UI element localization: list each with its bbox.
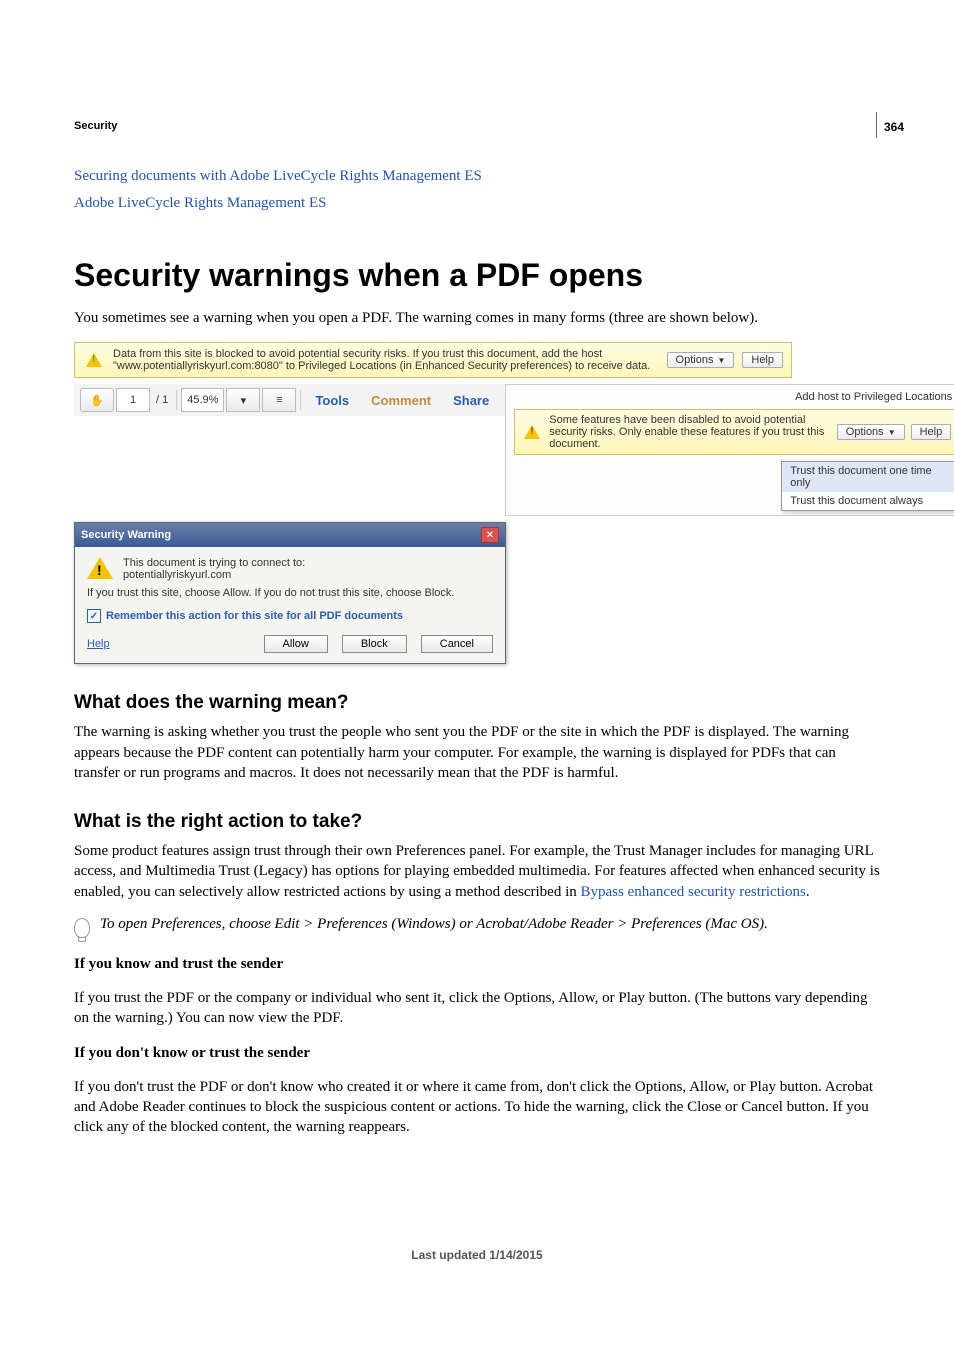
page-current[interactable]: 1 xyxy=(116,388,150,412)
help-button[interactable]: Help xyxy=(742,352,783,368)
tools-link[interactable]: Tools xyxy=(305,393,359,408)
add-host-link[interactable]: Add host to Privileged Locations xyxy=(514,389,954,405)
dialog-message-line1: This document is trying to connect to: xyxy=(123,557,305,569)
heading-right-action: What is the right action to take? xyxy=(74,811,880,833)
help-button[interactable]: Help xyxy=(911,424,952,440)
warning-bar-blocked-data: Data from this site is blocked to avoid … xyxy=(74,342,792,378)
comment-link[interactable]: Comment xyxy=(361,393,441,408)
warning-text: Some features have been disabled to avoi… xyxy=(549,414,831,450)
options-button[interactable]: Options▼ xyxy=(667,352,735,368)
warning-bar-features-disabled: Some features have been disabled to avoi… xyxy=(514,409,954,455)
zoom-dropdown-icon[interactable]: ▾ xyxy=(226,388,260,412)
warning-icon xyxy=(524,425,540,439)
zoom-value[interactable]: 45.9% xyxy=(181,388,224,412)
link-livecycle-rm[interactable]: Adobe LiveCycle Rights Management ES xyxy=(74,195,880,212)
checkbox-icon: ✓ xyxy=(87,609,101,623)
trust-always-item[interactable]: Trust this document always xyxy=(782,492,954,510)
tip-text: To open Preferences, choose Edit > Prefe… xyxy=(100,916,768,933)
trust-once-item[interactable]: Trust this document one time only xyxy=(782,462,954,492)
heading-what-mean: What does the warning mean? xyxy=(74,692,880,714)
allow-button[interactable]: Allow xyxy=(264,635,328,653)
intro-paragraph: You sometimes see a warning when you ope… xyxy=(74,308,880,328)
warning-text: Data from this site is blocked to avoid … xyxy=(113,348,659,372)
paragraph-trust-sender: If you trust the PDF or the company or i… xyxy=(74,988,880,1029)
toolbar-mockup: ✋ 1 / 1 45.9% ▾ ≡ Tools Comment Share Ad… xyxy=(74,384,774,516)
close-icon[interactable]: × xyxy=(481,527,499,543)
toolbar-misc-icon[interactable]: ≡ xyxy=(262,388,296,412)
dialog-title: Security Warning xyxy=(81,529,171,541)
page-total: / 1 xyxy=(152,394,172,406)
heading-trust-sender: If you know and trust the sender xyxy=(74,954,880,974)
heading-dont-trust: If you don't know or trust the sender xyxy=(74,1043,880,1063)
tip-icon xyxy=(74,918,90,938)
block-button[interactable]: Block xyxy=(342,635,407,653)
paragraph-right-action: Some product features assign trust throu… xyxy=(74,841,880,902)
dialog-message-line2: If you trust this site, choose Allow. If… xyxy=(87,587,493,599)
cancel-button[interactable]: Cancel xyxy=(421,635,493,653)
paragraph-dont-trust: If you don't trust the PDF or don't know… xyxy=(74,1077,880,1138)
page-number: 364 xyxy=(884,120,904,134)
options-menu: Trust this document one time only Trust … xyxy=(781,461,954,511)
options-button[interactable]: Options▼ xyxy=(837,424,905,440)
footer-updated: Last updated 1/14/2015 xyxy=(74,1248,880,1262)
warning-icon xyxy=(86,353,102,367)
dialog-host: potentiallyriskyurl.com xyxy=(123,569,305,581)
viewer-toolbar: ✋ 1 / 1 45.9% ▾ ≡ Tools Comment Share xyxy=(74,384,505,416)
remember-checkbox[interactable]: ✓ Remember this action for this site for… xyxy=(87,609,403,623)
warning-icon xyxy=(87,557,113,579)
share-link[interactable]: Share xyxy=(443,393,499,408)
page-title: Security warnings when a PDF opens xyxy=(74,257,880,294)
hand-tool-icon[interactable]: ✋ xyxy=(80,388,114,412)
warning-examples: Data from this site is blocked to avoid … xyxy=(74,342,880,664)
link-bypass-restrictions[interactable]: Bypass enhanced security restrictions xyxy=(581,884,806,900)
running-head: Security xyxy=(74,120,880,132)
security-warning-dialog: Security Warning × This document is tryi… xyxy=(74,522,506,664)
dialog-help-link[interactable]: Help xyxy=(87,638,110,650)
paragraph-what-mean: The warning is asking whether you trust … xyxy=(74,722,880,783)
link-livecycle-securing[interactable]: Securing documents with Adobe LiveCycle … xyxy=(74,168,880,185)
